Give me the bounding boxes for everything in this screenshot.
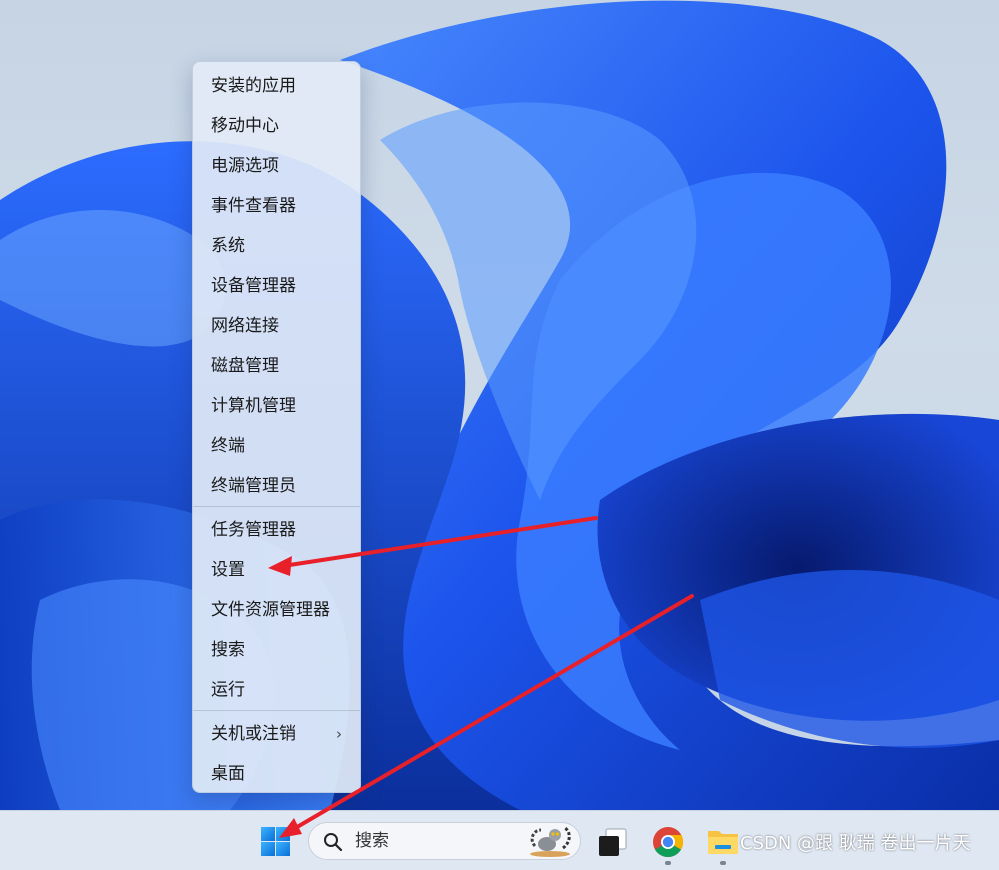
menu-item-network-connections[interactable]: 网络连接 (193, 308, 360, 344)
windows-start-icon (261, 827, 290, 856)
menu-item-run[interactable]: 运行 (193, 672, 360, 708)
menu-item-disk-management[interactable]: 磁盘管理 (193, 348, 360, 384)
chevron-right-icon: › (336, 725, 342, 743)
csdn-watermark: CSDN @跟 耿瑞 卷出一片天 (740, 833, 971, 854)
menu-item-mobility-center[interactable]: 移动中心 (193, 108, 360, 144)
menu-item-power-options[interactable]: 电源选项 (193, 148, 360, 184)
menu-item-shutdown-signout[interactable]: 关机或注销 › (193, 716, 360, 752)
task-view-button[interactable] (596, 825, 630, 859)
menu-item-device-manager[interactable]: 设备管理器 (193, 268, 360, 304)
menu-item-installed-apps[interactable]: 安装的应用 (193, 68, 360, 104)
chrome-taskbar-button[interactable] (651, 825, 685, 859)
start-context-menu: 安装的应用 移动中心 电源选项 事件查看器 系统 设备管理器 网络连接 磁盘管理… (192, 61, 361, 793)
start-button[interactable] (258, 825, 294, 861)
menu-item-desktop[interactable]: 桌面 (193, 756, 360, 792)
explorer-running-indicator (720, 861, 726, 865)
search-label: 搜索 (355, 831, 389, 851)
menu-item-file-explorer[interactable]: 文件资源管理器 (193, 592, 360, 628)
search-icon (324, 833, 343, 852)
chrome-running-indicator (665, 861, 671, 865)
menu-item-search[interactable]: 搜索 (193, 632, 360, 668)
menu-item-computer-management[interactable]: 计算机管理 (193, 388, 360, 424)
desktop-wallpaper (0, 0, 999, 810)
menu-separator (193, 710, 360, 711)
search-highlight-lemur-icon (530, 826, 571, 857)
file-explorer-taskbar-button[interactable] (706, 825, 740, 859)
task-view-icon (599, 828, 627, 856)
menu-item-terminal[interactable]: 终端 (193, 428, 360, 464)
menu-separator (193, 506, 360, 507)
menu-item-event-viewer[interactable]: 事件查看器 (193, 188, 360, 224)
menu-item-system[interactable]: 系统 (193, 228, 360, 264)
chrome-icon (653, 827, 684, 858)
menu-item-terminal-admin[interactable]: 终端管理员 (193, 468, 360, 504)
file-explorer-icon (708, 831, 738, 854)
menu-item-shutdown-label: 关机或注销 (211, 724, 296, 744)
menu-item-settings[interactable]: 设置 (193, 552, 360, 588)
menu-item-task-manager[interactable]: 任务管理器 (193, 512, 360, 548)
wallpaper-bloom-graphic (0, 0, 999, 810)
taskbar-search-box[interactable]: 搜索 (308, 822, 581, 860)
